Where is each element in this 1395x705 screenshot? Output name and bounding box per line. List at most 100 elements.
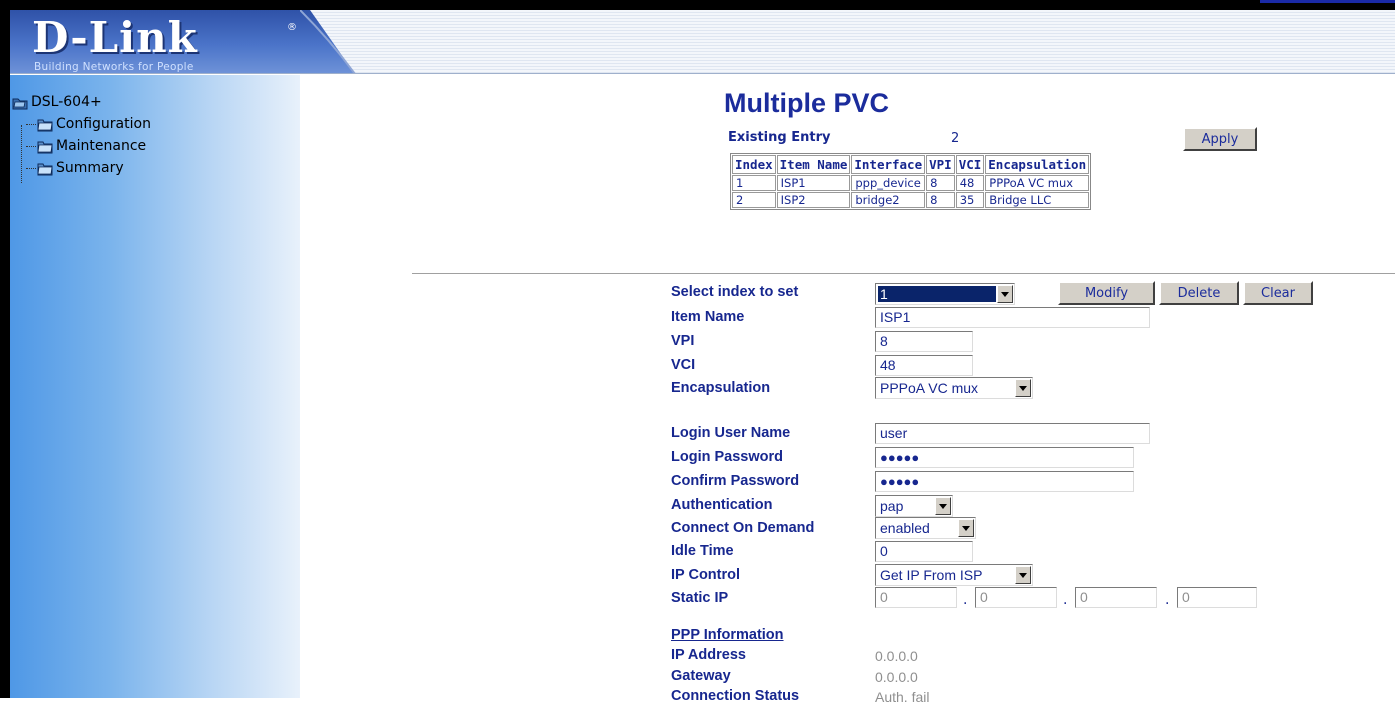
authentication-label: Authentication <box>671 497 773 513</box>
pvc-entries-table: Index Item Name Interface VPI VCI Encaps… <box>730 153 1092 210</box>
table-cell: bridge2 <box>851 192 926 208</box>
sidebar-item-label: Summary <box>56 160 124 176</box>
vpi-input[interactable]: 8 <box>875 331 973 352</box>
item-name-input[interactable]: ISP1 <box>875 307 1150 328</box>
table-cell: ISP2 <box>776 192 851 208</box>
chevron-down-icon[interactable] <box>1015 379 1031 397</box>
table-cell: 8 <box>926 175 955 191</box>
table-cell: PPPoA VC mux <box>985 175 1090 191</box>
column-header-index: Index <box>732 155 776 174</box>
confirm-password-input[interactable]: ●●●●● <box>875 471 1134 492</box>
connection-status-label: Connection Status <box>671 688 800 704</box>
sidebar-item-label: Configuration <box>56 116 151 132</box>
logo-swoosh-graphic <box>300 10 356 73</box>
delete-button[interactable]: Delete <box>1159 281 1239 305</box>
ip-control-label: IP Control <box>671 567 741 583</box>
connect-on-demand-label: Connect On Demand <box>671 520 815 536</box>
tree-branch <box>26 123 36 125</box>
chevron-down-icon[interactable] <box>935 497 951 515</box>
table-cell: 35 <box>955 192 985 208</box>
clear-button[interactable]: Clear <box>1243 281 1313 305</box>
static-ip-octet-4[interactable]: 0 <box>1177 587 1257 608</box>
select-index-label: Select index to set <box>671 284 799 300</box>
vci-label: VCI <box>671 357 696 373</box>
chevron-down-icon[interactable] <box>1015 566 1031 584</box>
existing-entry-label: Existing Entry <box>728 130 831 145</box>
ip-separator: . <box>1165 592 1170 608</box>
column-header-interface: Interface <box>851 155 926 174</box>
login-user-input[interactable]: user <box>875 423 1150 444</box>
nav-tree: DSL-604+ Configuration Maintenance Summa… <box>12 91 151 183</box>
apply-button[interactable]: Apply <box>1183 127 1257 151</box>
static-ip-octet-2[interactable]: 0 <box>975 587 1057 608</box>
header-banner: D-Link ® Building Networks for People <box>10 10 1395 74</box>
column-header-vpi: VPI <box>926 155 955 174</box>
authentication-dropdown[interactable]: pap <box>875 495 953 517</box>
table-header-row: Index Item Name Interface VPI VCI Encaps… <box>732 155 1090 174</box>
modify-button[interactable]: Modify <box>1058 281 1155 305</box>
encapsulation-label: Encapsulation <box>671 380 771 396</box>
static-ip-octet-3[interactable]: 0 <box>1075 587 1157 608</box>
table-row: 1 ISP1 ppp_device 8 48 PPPoA VC mux <box>732 175 1090 191</box>
section-divider <box>412 273 1395 275</box>
chevron-down-icon[interactable] <box>997 285 1013 303</box>
table-cell: ppp_device <box>851 175 926 191</box>
static-ip-label: Static IP <box>671 590 729 606</box>
folder-icon <box>37 161 53 176</box>
sidebar-item-summary[interactable]: Summary <box>12 157 151 179</box>
sidebar-item-maintenance[interactable]: Maintenance <box>12 135 151 157</box>
column-header-encapsulation: Encapsulation <box>985 155 1090 174</box>
ip-separator: . <box>1063 592 1068 608</box>
sidebar-item-label: Maintenance <box>56 138 147 154</box>
table-cell: 2 <box>732 192 776 208</box>
idle-time-label: Idle Time <box>671 543 734 559</box>
table-cell: 1 <box>732 175 776 191</box>
ip-control-value: Get IP From ISP <box>880 567 983 583</box>
encapsulation-dropdown[interactable]: PPPoA VC mux <box>875 377 1033 399</box>
sidebar: DSL-604+ Configuration Maintenance Summa… <box>10 75 300 698</box>
logo-tagline: Building Networks for People <box>34 61 194 73</box>
login-password-label: Login Password <box>671 449 783 465</box>
dlink-logo: D-Link <box>32 13 198 62</box>
item-name-label: Item Name <box>671 309 745 325</box>
vpi-label: VPI <box>671 333 695 349</box>
tree-root-dsl-604[interactable]: DSL-604+ <box>12 91 151 113</box>
ip-address-value: 0.0.0.0 <box>875 648 918 664</box>
sidebar-item-configuration[interactable]: Configuration <box>12 113 151 135</box>
select-index-dropdown[interactable]: 1 <box>875 283 1015 305</box>
authentication-value: pap <box>880 498 904 514</box>
select-index-value: 1 <box>878 286 996 302</box>
existing-entry-count: 2 <box>951 131 960 146</box>
connect-on-demand-value: enabled <box>880 520 930 536</box>
folder-icon <box>37 139 53 154</box>
tree-branch <box>26 145 36 147</box>
top-accent-bar <box>1260 0 1395 3</box>
table-cell: Bridge LLC <box>985 192 1090 208</box>
device-icon <box>12 95 28 110</box>
ip-control-dropdown[interactable]: Get IP From ISP <box>875 564 1033 586</box>
page-title: Multiple PVC <box>724 88 890 118</box>
static-ip-octet-1[interactable]: 0 <box>875 587 957 608</box>
column-header-item-name: Item Name <box>776 155 851 174</box>
table-row: 2 ISP2 bridge2 8 35 Bridge LLC <box>732 192 1090 208</box>
login-password-input[interactable]: ●●●●● <box>875 447 1134 468</box>
vci-input[interactable]: 48 <box>875 355 973 376</box>
tree-root-label: DSL-604+ <box>31 94 102 110</box>
registered-mark: ® <box>287 22 297 33</box>
column-header-vci: VCI <box>955 155 985 174</box>
tree-branch <box>26 167 36 169</box>
folder-icon <box>37 117 53 132</box>
ip-separator: . <box>963 592 968 608</box>
encapsulation-value: PPPoA VC mux <box>880 380 979 396</box>
idle-time-input[interactable]: 0 <box>875 541 973 562</box>
gateway-value: 0.0.0.0 <box>875 669 918 685</box>
table-cell: 8 <box>926 192 955 208</box>
connection-status-value: Auth. fail <box>875 689 930 705</box>
confirm-password-label: Confirm Password <box>671 473 800 489</box>
chevron-down-icon[interactable] <box>958 519 974 537</box>
table-cell: ISP1 <box>776 175 851 191</box>
gateway-label: Gateway <box>671 668 731 684</box>
table-cell: 48 <box>955 175 985 191</box>
connect-on-demand-dropdown[interactable]: enabled <box>875 517 976 539</box>
ip-address-label: IP Address <box>671 647 746 663</box>
